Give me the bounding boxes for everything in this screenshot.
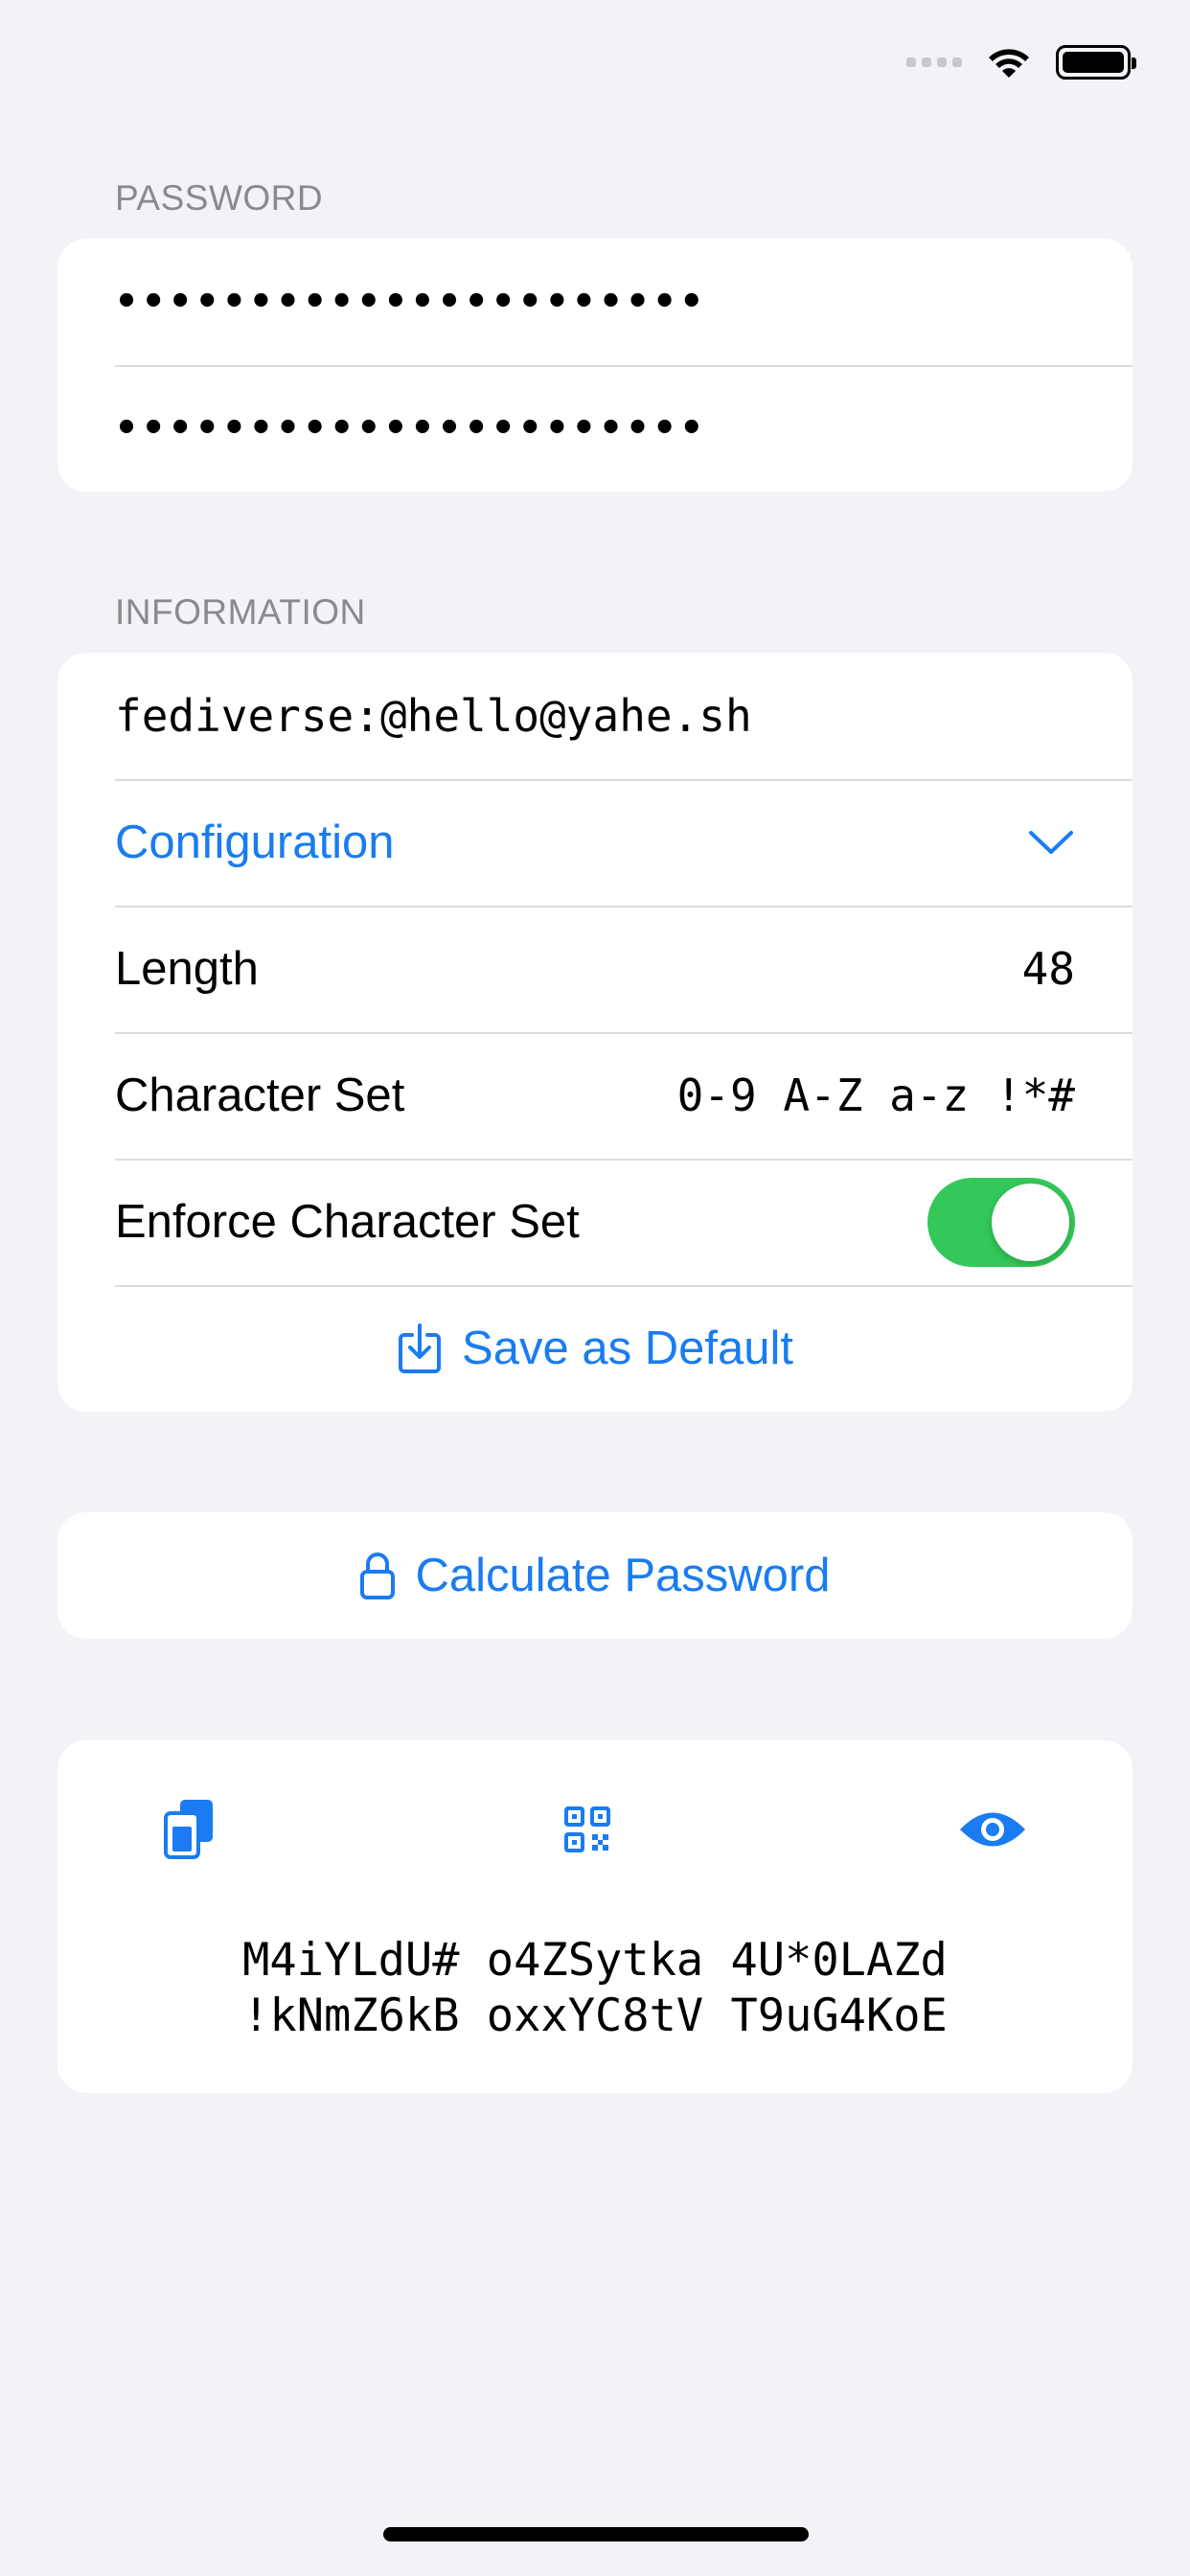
password-section-header: PASSWORD: [115, 178, 324, 218]
copy-icon[interactable]: [163, 1798, 217, 1861]
calculate-card: Calculate Password: [57, 1512, 1133, 1639]
save-as-default-label: Save as Default: [462, 1322, 793, 1374]
information-card: fediverse:@hello@yahe.sh Configuration L…: [57, 653, 1133, 1412]
character-set-row[interactable]: Character Set 0-9 A-Z a-z !*#: [57, 1032, 1133, 1159]
qr-code-icon[interactable]: [563, 1806, 611, 1853]
password-field-value: ••••••••••••••••••••••: [115, 280, 707, 324]
configuration-disclosure[interactable]: Configuration: [57, 779, 1133, 906]
eye-icon[interactable]: [958, 1807, 1027, 1852]
identifier-value: fediverse:@hello@yahe.sh: [115, 690, 752, 742]
length-label: Length: [115, 943, 259, 995]
identifier-field[interactable]: fediverse:@hello@yahe.sh: [57, 653, 1133, 779]
cellular-signal-icon: [906, 58, 962, 67]
length-value[interactable]: 48: [1022, 943, 1075, 995]
enforce-character-set-label: Enforce Character Set: [115, 1196, 580, 1248]
length-row[interactable]: Length 48: [57, 906, 1133, 1032]
calculate-password-label: Calculate Password: [415, 1550, 831, 1601]
information-section-header: INFORMATION: [115, 592, 366, 632]
home-indicator[interactable]: [383, 2527, 809, 2542]
enforce-character-set-toggle[interactable]: [927, 1177, 1075, 1267]
password-card: •••••••••••••••••••••• •••••••••••••••••…: [57, 239, 1133, 492]
password-field[interactable]: ••••••••••••••••••••••: [57, 239, 1133, 365]
generated-password-line-1: M4iYLdU# o4ZSytka 4U*0LAZd: [242, 1934, 948, 1987]
enforce-character-set-row: Enforce Character Set: [57, 1159, 1133, 1285]
result-actions: [57, 1740, 1133, 1861]
configuration-label: Configuration: [115, 816, 395, 868]
generated-password[interactable]: M4iYLdU# o4ZSytka 4U*0LAZd !kNmZ6kB oxxY…: [57, 1933, 1133, 2044]
app-screen: PASSWORD •••••••••••••••••••••• ••••••••…: [0, 0, 1190, 2576]
password-confirm-field[interactable]: ••••••••••••••••••••••: [57, 365, 1133, 492]
status-bar: [906, 43, 1136, 81]
save-as-default-button[interactable]: Save as Default: [57, 1285, 1133, 1412]
calculate-password-button[interactable]: Calculate Password: [57, 1512, 1133, 1639]
character-set-label: Character Set: [115, 1070, 405, 1121]
chevron-down-icon: [1029, 831, 1073, 854]
toggle-knob: [992, 1183, 1069, 1261]
lock-icon: [360, 1552, 396, 1599]
battery-icon: [1056, 45, 1136, 80]
result-card: M4iYLdU# o4ZSytka 4U*0LAZd !kNmZ6kB oxxY…: [57, 1740, 1133, 2093]
generated-password-line-2: !kNmZ6kB oxxYC8tV T9uG4KoE: [242, 1990, 948, 2042]
character-set-value[interactable]: 0-9 A-Z a-z !*#: [677, 1070, 1075, 1121]
password-confirm-field-value: ••••••••••••••••••••••: [115, 406, 707, 450]
wifi-icon: [989, 49, 1029, 78]
save-download-icon: [399, 1323, 442, 1373]
